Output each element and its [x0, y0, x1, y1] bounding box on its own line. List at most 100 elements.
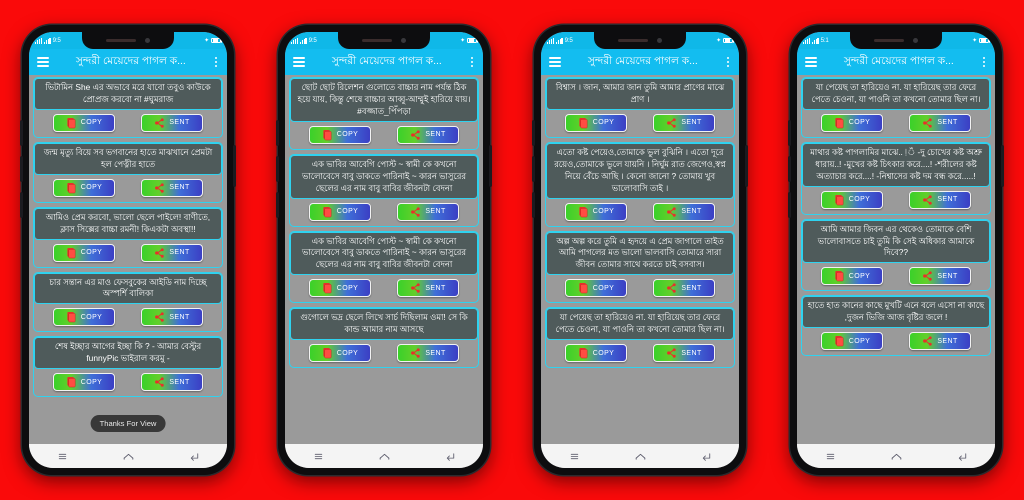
copy-button[interactable]: COPY: [821, 113, 883, 132]
quote-list[interactable]: ভিটামিন She এর অভাবে মরে যাবো তবুও কাউকে…: [29, 75, 227, 444]
quote-card-3[interactable]: আমি আমার জিবন এর থেকেও তোমাকে বেশি ভালোব…: [801, 218, 991, 292]
sent-button[interactable]: SENT: [653, 113, 715, 132]
overflow-menu-icon[interactable]: [213, 55, 219, 69]
sent-button[interactable]: SENT: [141, 373, 203, 392]
quote-card-4[interactable]: হাতে হাত কানের কাছে মুখটি এনে বলে এসো না…: [801, 295, 991, 357]
signal-bars-icon: [547, 37, 554, 44]
quote-card-1[interactable]: ভিটামিন She এর অভাবে মরে যাবো তবুও কাউকে…: [33, 77, 223, 138]
sent-button[interactable]: SENT: [653, 279, 715, 298]
copy-button[interactable]: COPY: [565, 279, 627, 298]
recent-apps-icon[interactable]: [56, 450, 69, 463]
quote-card-3[interactable]: এক ভাবির আবেগি পোস্ট ~ স্বামী কে কখনো ভা…: [289, 230, 479, 304]
overflow-menu-icon[interactable]: [725, 55, 731, 69]
copy-button-label: COPY: [80, 249, 103, 257]
home-icon[interactable]: [890, 450, 903, 463]
phone-mockup-3: 9:5 ✦ সুন্দরী মেয়েদের পাগল ক... বিশ্বাস…: [532, 25, 748, 475]
earpiece-speaker: [874, 38, 904, 43]
quote-card-4[interactable]: যা পেয়েছ তা হারিয়েও না. যা হারিয়েছ তা…: [545, 307, 735, 369]
recent-apps-icon[interactable]: [568, 450, 581, 463]
sent-button[interactable]: SENT: [653, 344, 715, 363]
quote-card-1[interactable]: ছোট ছোট রিলেশন গুলোতে বাচ্চার নাম পর্যন্…: [289, 77, 479, 150]
copy-button[interactable]: COPY: [53, 243, 115, 262]
sent-button[interactable]: SENT: [653, 202, 715, 221]
hamburger-menu-icon[interactable]: [37, 57, 49, 67]
sent-button[interactable]: SENT: [141, 178, 203, 197]
recent-apps-icon[interactable]: [824, 450, 837, 463]
back-icon[interactable]: [956, 450, 969, 463]
share-nodes-icon: [667, 206, 677, 217]
copy-button[interactable]: COPY: [565, 344, 627, 363]
share-nodes-icon: [667, 348, 677, 358]
quote-text: জন্ম মৃত্যু বিয়ে সব ভগবানের হাতে মাঝখান…: [34, 142, 222, 175]
copy-button[interactable]: COPY: [565, 202, 627, 221]
phone-mockup-4: 5:1 ✦ সুন্দরী মেয়েদের পাগল ক... যা পেয়…: [788, 25, 1004, 475]
sent-button[interactable]: SENT: [397, 279, 459, 298]
hamburger-menu-icon[interactable]: [293, 57, 305, 67]
quote-list[interactable]: ছোট ছোট রিলেশন গুলোতে বাচ্চার নাম পর্যন্…: [285, 75, 483, 444]
sent-button[interactable]: SENT: [141, 113, 203, 132]
copy-button[interactable]: COPY: [53, 113, 115, 132]
quote-list[interactable]: যা পেয়েছ তা হারিয়েও না. যা হারিয়েছ তা…: [797, 75, 995, 444]
back-icon[interactable]: [444, 450, 457, 463]
sent-button-label: SENT: [937, 272, 958, 280]
share-nodes-icon: [155, 118, 165, 128]
quote-card-3[interactable]: অল্প অল্প করে তুমি এ হৃদয়ে এ প্রেম জাগা…: [545, 230, 735, 304]
home-icon[interactable]: [634, 450, 647, 463]
copy-document-icon: [835, 271, 844, 282]
sent-button-label: SENT: [681, 208, 702, 216]
back-icon[interactable]: [700, 450, 713, 463]
copy-button[interactable]: COPY: [821, 267, 883, 286]
signal-bars-secondary-icon: [555, 37, 563, 44]
toast-message: Thanks For View: [90, 415, 166, 432]
copy-button-label: COPY: [336, 284, 359, 292]
copy-button[interactable]: COPY: [309, 344, 371, 363]
copy-button[interactable]: COPY: [821, 190, 883, 209]
phone-screen: 5:1 ✦ সুন্দরী মেয়েদের পাগল ক... যা পেয়…: [797, 32, 995, 468]
copy-document-icon: [323, 283, 332, 294]
quote-card-4[interactable]: গুগোলে ভদ্র ছেলে লিখে সার্চ দিছিলাম ওমা!…: [289, 307, 479, 369]
overflow-menu-icon[interactable]: [981, 55, 987, 69]
signal-bars-icon: [803, 37, 810, 44]
hamburger-menu-icon[interactable]: [549, 57, 561, 67]
overflow-menu-icon[interactable]: [469, 55, 475, 69]
copy-button[interactable]: COPY: [309, 125, 371, 144]
phone-mockup-1: 9:5 ✦ সুন্দরী মেয়েদের পাগল ক... ভিটামিন…: [20, 25, 236, 475]
quote-list[interactable]: বিশ্বাস । জান, আমার জান তুমি আমার প্রাণে…: [541, 75, 739, 444]
recent-apps-icon[interactable]: [312, 450, 325, 463]
sent-button[interactable]: SENT: [909, 190, 971, 209]
quote-card-5[interactable]: শেষ ইচ্ছার আগের ইচ্ছা কি ? - আমার বেস্টু…: [33, 336, 223, 398]
copy-button[interactable]: COPY: [309, 279, 371, 298]
bluetooth-icon: ✦: [204, 38, 209, 44]
copy-button[interactable]: COPY: [821, 332, 883, 351]
quote-card-2[interactable]: এক ভাবির আবেগি পোস্ট ~ স্বামী কে কখনো ভা…: [289, 153, 479, 227]
quote-card-2[interactable]: এতো কষ্ট পেয়েও,তোমাকে ভুল বুঝিনি । এতো …: [545, 141, 735, 227]
quote-card-4[interactable]: চার সন্তান এর মাও ফেসবুকের আইডি নাম দিচ্…: [33, 271, 223, 333]
copy-button-label: COPY: [336, 131, 359, 139]
quote-card-3[interactable]: আমিও প্রেম করবো, ভালো ছেলে পাইলে! বাণীতে…: [33, 206, 223, 268]
sent-button[interactable]: SENT: [909, 267, 971, 286]
quote-card-2[interactable]: জন্ম মৃত্যু বিয়ে সব ভগবানের হাতে মাঝখান…: [33, 141, 223, 203]
copy-button[interactable]: COPY: [53, 178, 115, 197]
sent-button[interactable]: SENT: [397, 125, 459, 144]
sent-button[interactable]: SENT: [397, 202, 459, 221]
quote-card-1[interactable]: বিশ্বাস । জান, আমার জান তুমি আমার প্রাণে…: [545, 77, 735, 138]
quote-card-actions: COPY SENT: [34, 110, 222, 137]
copy-button[interactable]: COPY: [565, 113, 627, 132]
sent-button[interactable]: SENT: [909, 113, 971, 132]
quote-card-2[interactable]: মাথার কষ্ট পাগলামির মাঝে..!ঁ -দু চোখের ক…: [801, 141, 991, 215]
sent-button[interactable]: SENT: [141, 243, 203, 262]
sent-button[interactable]: SENT: [909, 332, 971, 351]
copy-button[interactable]: COPY: [53, 308, 115, 327]
home-icon[interactable]: [122, 450, 135, 463]
quote-text: আমি আমার জিবন এর থেকেও তোমাকে বেশি ভালোব…: [802, 219, 990, 264]
home-icon[interactable]: [378, 450, 391, 463]
sent-button[interactable]: SENT: [397, 344, 459, 363]
copy-button[interactable]: COPY: [53, 373, 115, 392]
copy-button[interactable]: COPY: [309, 202, 371, 221]
hamburger-menu-icon[interactable]: [805, 57, 817, 67]
quote-card-1[interactable]: যা পেয়েছ তা হারিয়েও না. যা হারিয়েছ তা…: [801, 77, 991, 138]
back-icon[interactable]: [188, 450, 201, 463]
sent-button[interactable]: SENT: [141, 308, 203, 327]
quote-text: গুগোলে ভদ্র ছেলে লিখে সার্চ দিছিলাম ওমা!…: [290, 308, 478, 341]
quote-text: যা পেয়েছ তা হারিয়েও না. যা হারিয়েছ তা…: [802, 78, 990, 110]
